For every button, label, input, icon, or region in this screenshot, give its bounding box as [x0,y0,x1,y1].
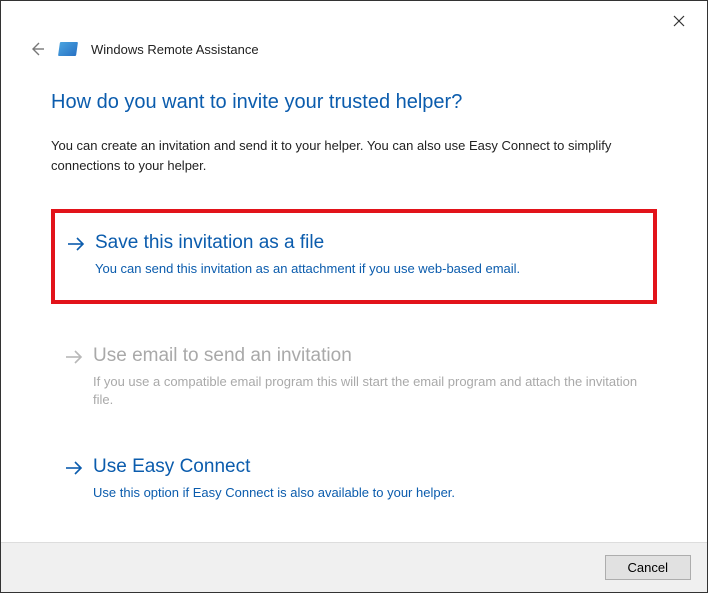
cancel-button[interactable]: Cancel [605,555,691,580]
app-icon [58,42,78,56]
option-desc: Use this option if Easy Connect is also … [93,484,641,502]
arrow-right-icon [65,459,83,477]
page-subtext: You can create an invitation and send it… [51,136,657,175]
content-area: How do you want to invite your trusted h… [1,71,707,516]
arrow-right-icon [65,348,83,366]
option-title: Use email to send an invitation [93,344,641,369]
app-title: Windows Remote Assistance [91,42,259,57]
option-easy-connect[interactable]: Use Easy Connect Use this option if Easy… [51,443,657,516]
arrow-left-icon [29,41,45,57]
back-button[interactable] [29,41,45,57]
page-heading: How do you want to invite your trusted h… [51,91,657,114]
close-button[interactable] [671,13,687,29]
footer: Cancel [1,542,707,592]
option-desc: You can send this invitation as an attac… [95,260,639,278]
header: Windows Remote Assistance [1,41,707,71]
option-title: Use Easy Connect [93,455,641,480]
option-email: Use email to send an invitation If you u… [51,332,657,423]
option-desc: If you use a compatible email program th… [93,373,641,409]
option-save-file[interactable]: Save this invitation as a file You can s… [51,209,657,304]
arrow-right-icon [67,235,85,253]
close-icon [673,15,685,27]
titlebar [1,1,707,41]
option-title: Save this invitation as a file [95,231,639,256]
